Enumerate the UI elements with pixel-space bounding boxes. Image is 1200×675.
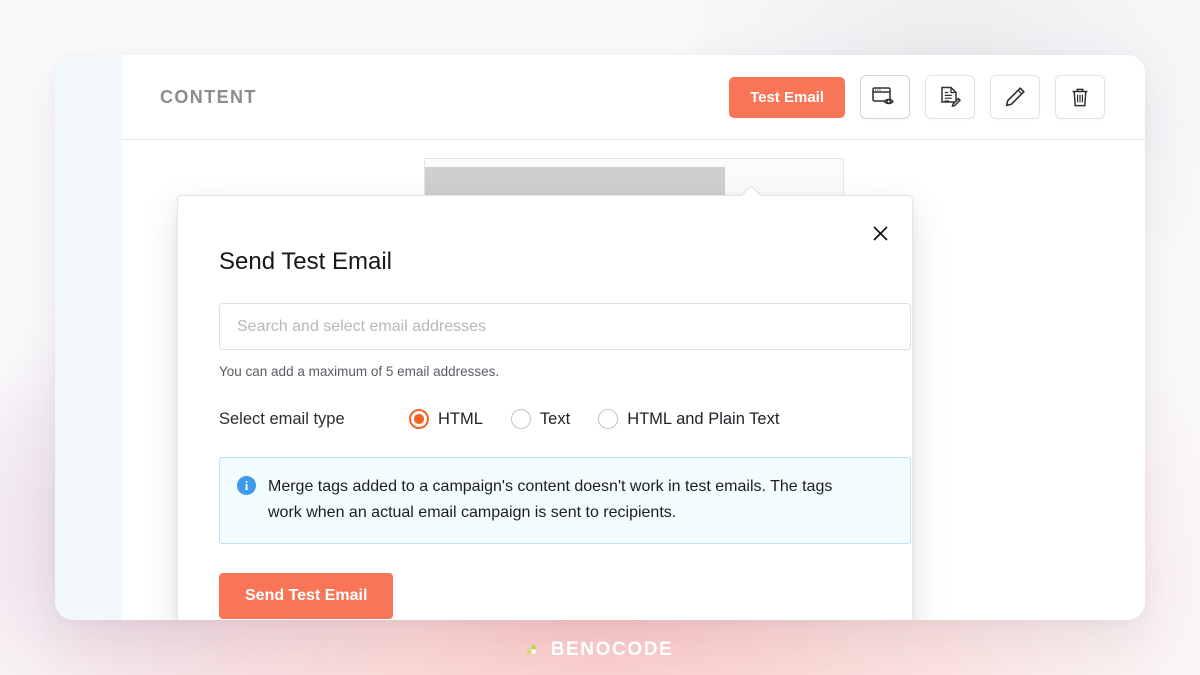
info-circle-icon: i [237, 476, 256, 495]
watermark: BENOCODE [0, 639, 1200, 661]
email-type-row: Select email type HTML Text HTML and Pla… [219, 409, 890, 429]
radio-mark-html [409, 409, 429, 429]
pencil-icon [1003, 85, 1027, 109]
recipients-hint: You can add a maximum of 5 email address… [219, 364, 500, 379]
page-title: CONTENT [160, 86, 257, 107]
app-window-card: CONTENT Test Email Send Test Email Searc… [55, 55, 1145, 620]
recipients-search-input[interactable] [219, 303, 911, 350]
edit-content-button[interactable] [925, 75, 975, 119]
test-email-button[interactable]: Test Email [729, 76, 845, 118]
close-icon[interactable] [866, 219, 894, 247]
modal-caret [740, 185, 762, 196]
edit-design-button[interactable] [990, 75, 1040, 119]
radio-label-html-and-plain-text: HTML and Plain Text [627, 409, 780, 428]
radio-option-html[interactable]: HTML [409, 409, 483, 429]
preview-browser-eye-icon [872, 86, 898, 108]
delete-button[interactable] [1055, 75, 1105, 119]
preview-button[interactable] [860, 75, 910, 119]
benocode-dots-logo-icon [526, 640, 544, 660]
content-header: CONTENT Test Email [122, 55, 1145, 140]
send-test-email-modal: Send Test Email You can add a maximum of… [177, 195, 913, 620]
radio-label-text: Text [539, 409, 571, 428]
document-edit-icon [938, 85, 962, 109]
sidebar-strip [55, 55, 122, 620]
radio-option-text[interactable]: Text [510, 409, 571, 429]
send-test-email-submit-button[interactable]: Send Test Email [219, 572, 394, 619]
watermark-text: BENOCODE [550, 639, 674, 660]
email-type-label: Select email type [219, 409, 345, 428]
info-notice-text: Merge tags added to a campaign's content… [268, 478, 833, 521]
trash-icon [1069, 86, 1091, 109]
radio-mark-html-and-plain-text [598, 409, 619, 429]
radio-label-html: HTML [438, 409, 483, 428]
info-notice: i Merge tags added to a campaign's conte… [219, 457, 911, 544]
modal-title: Send Test Email [219, 248, 392, 275]
radio-option-html-and-plain-text[interactable]: HTML and Plain Text [598, 409, 779, 429]
header-actions: Test Email [729, 75, 1105, 119]
radio-mark-text [510, 409, 531, 429]
